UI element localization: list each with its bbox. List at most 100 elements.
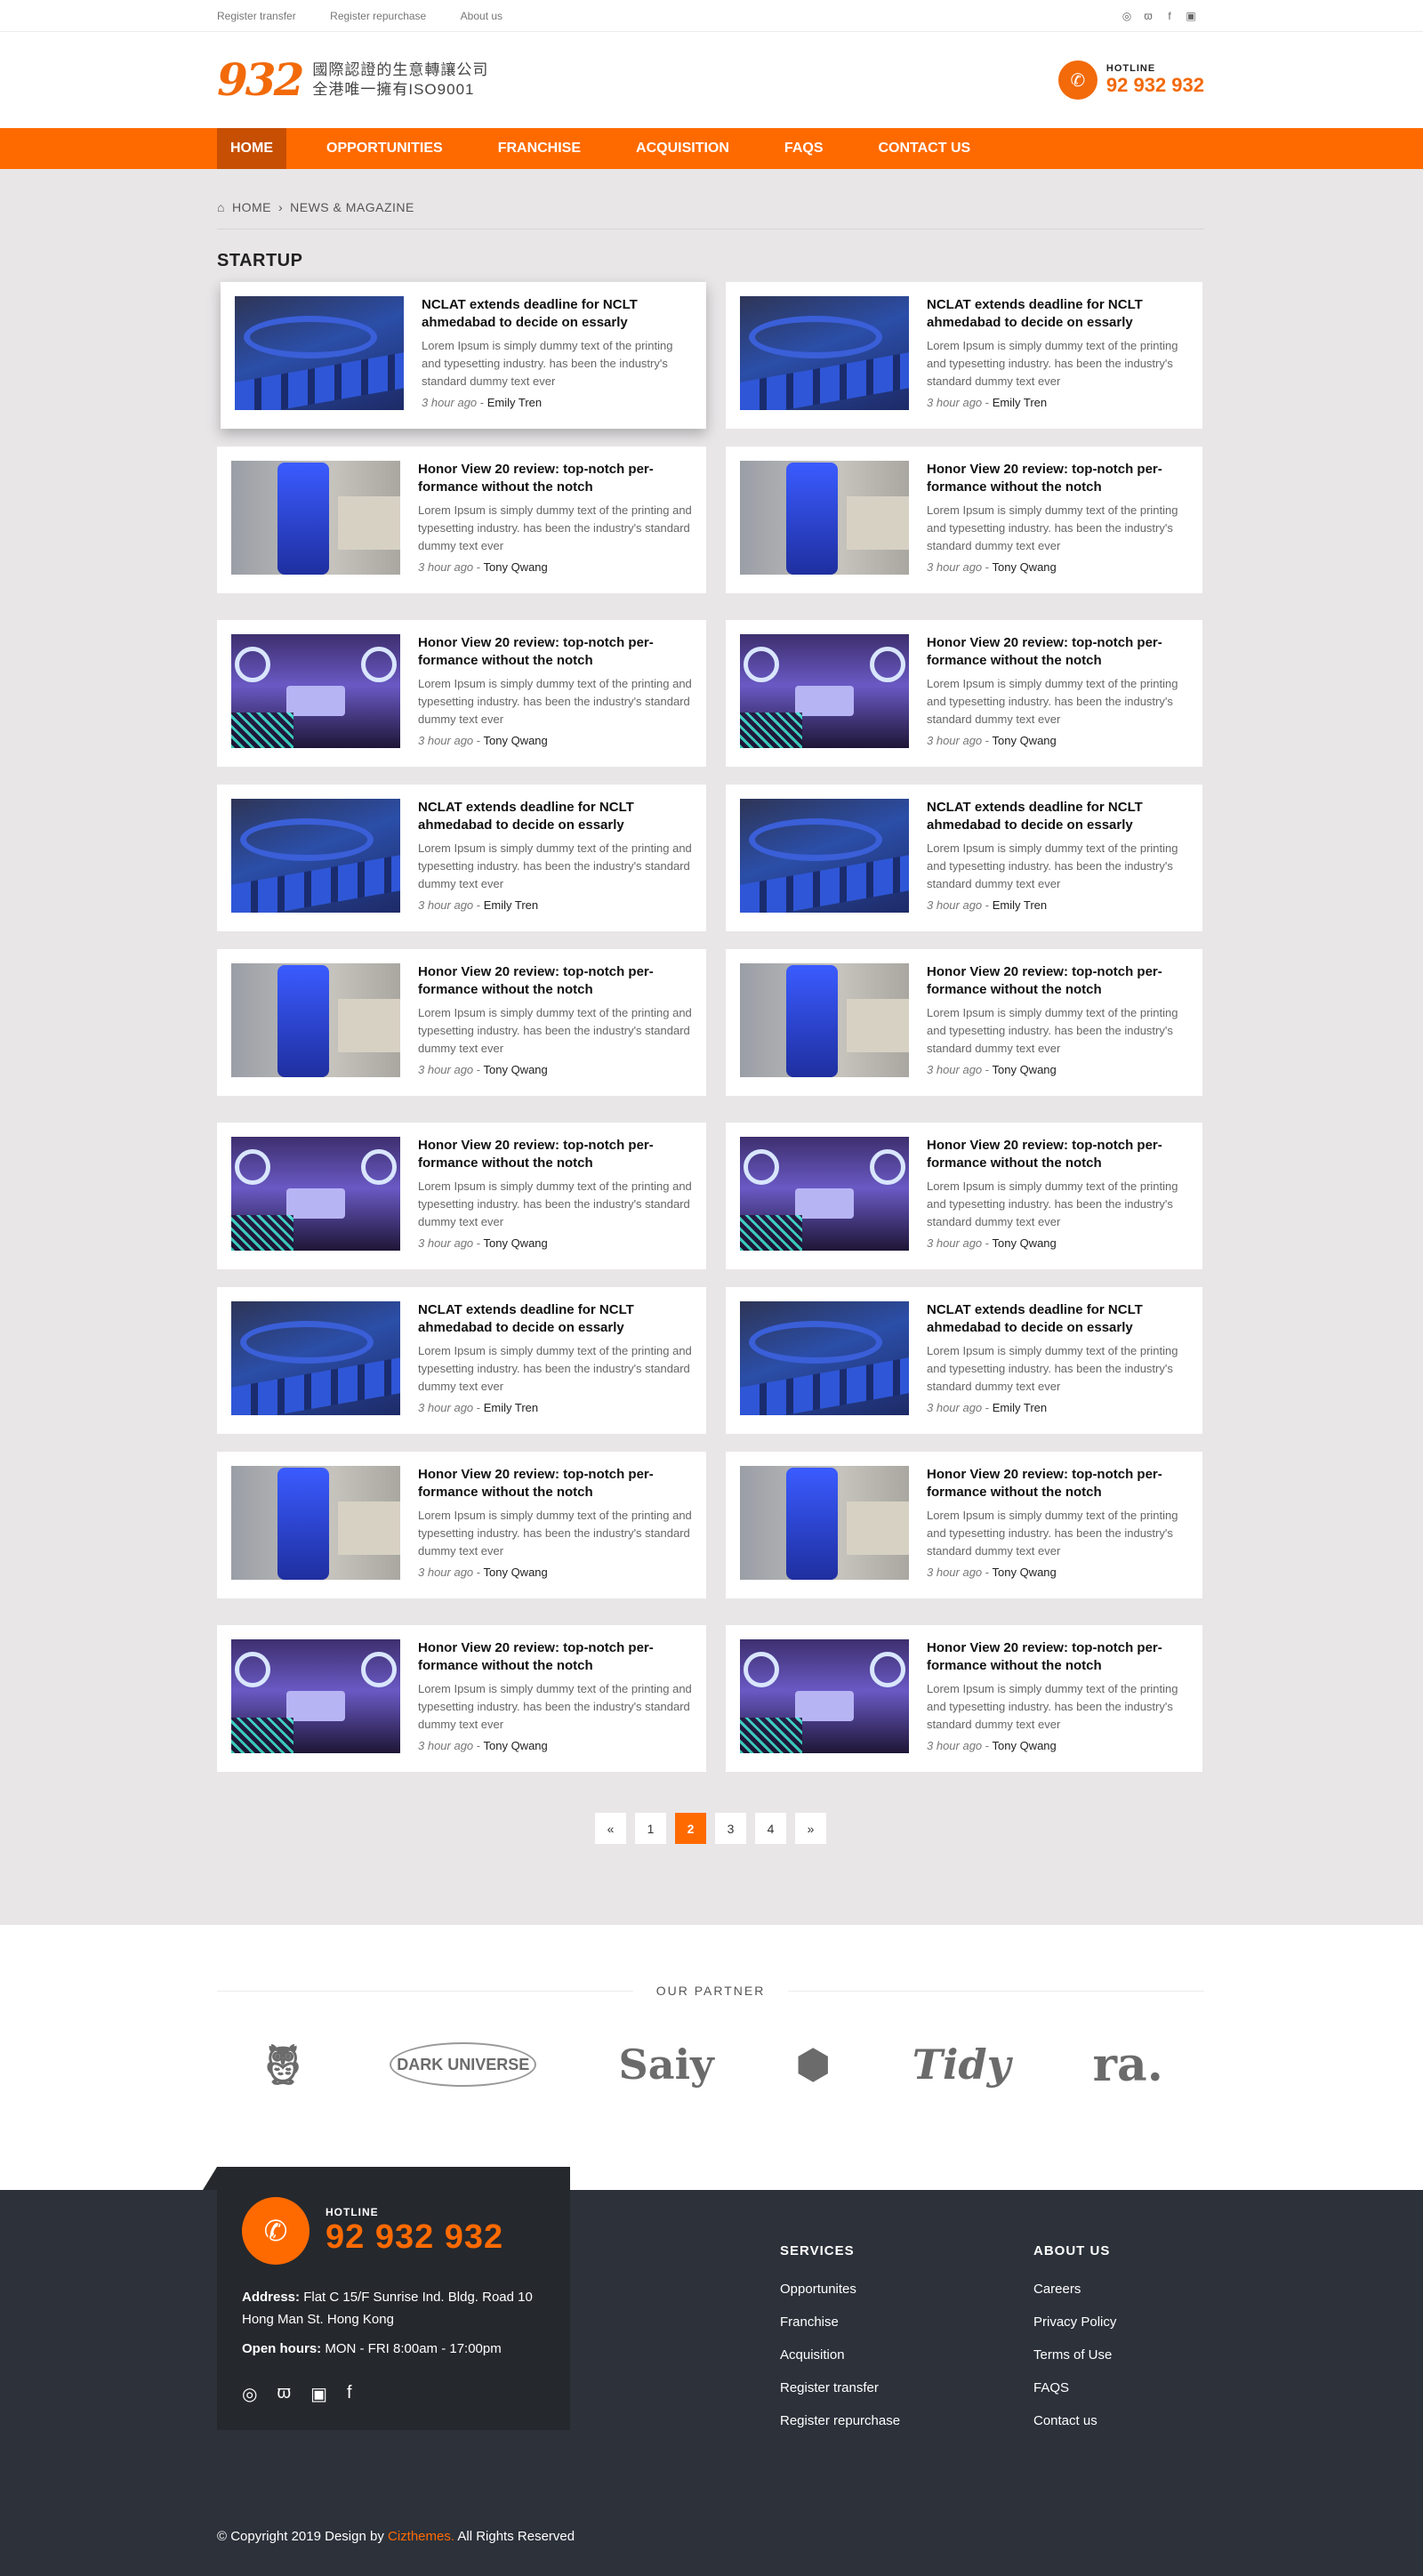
footer-link-privacy-policy[interactable]: Privacy Policy [1033, 2314, 1116, 2330]
nav-acquisition[interactable]: ACQUISITION [623, 128, 743, 169]
about-us-link[interactable]: About us [461, 10, 502, 22]
pagination-page-4[interactable]: 4 [755, 1813, 786, 1844]
article-title[interactable]: Honor View 20 review: top-notch per-form… [927, 1639, 1188, 1675]
partner-saiy-logo[interactable]: Saiy [619, 2041, 714, 2089]
article-author[interactable]: Tony Qwang [484, 1566, 548, 1579]
article-thumbnail[interactable] [740, 1639, 909, 1753]
article-title[interactable]: Honor View 20 review: top-notch per-form… [418, 634, 692, 670]
article-author[interactable]: Tony Qwang [484, 734, 548, 747]
breadcrumb-home[interactable]: HOME [232, 200, 271, 214]
whatsapp-icon[interactable]: ◎ [242, 2383, 257, 2405]
footer-link-contact-us[interactable]: Contact us [1033, 2413, 1116, 2428]
footer-link-register-repurchase[interactable]: Register repurchase [780, 2413, 900, 2428]
article-author[interactable]: Tony Qwang [993, 1566, 1057, 1579]
article-author[interactable]: Emily Tren [993, 396, 1047, 409]
header-hotline[interactable]: ✆ HOTLINE 92 932 932 [1057, 60, 1204, 100]
pagination-next[interactable]: » [795, 1813, 826, 1844]
article-title[interactable]: NCLAT extends deadline for NCLT ahmedaba… [418, 1301, 692, 1337]
article-title[interactable]: Honor View 20 review: top-notch per-form… [927, 461, 1188, 496]
article-card[interactable]: Honor View 20 review: top-notch per-form… [726, 620, 1202, 767]
weibo-icon[interactable]: ϖ [1142, 10, 1154, 22]
article-author[interactable]: Emily Tren [993, 1401, 1047, 1414]
partner-tidy-logo[interactable]: Tidy [912, 2041, 1011, 2089]
article-card[interactable]: Honor View 20 review: top-notch per-form… [217, 1452, 706, 1598]
facebook-icon[interactable]: f [347, 2383, 352, 2405]
nav-contact-us[interactable]: CONTACT US [864, 128, 984, 169]
article-card[interactable]: NCLAT extends deadline for NCLT ahmedaba… [221, 282, 706, 429]
site-logo[interactable]: 932 國際認證的生意轉讓公司 全港唯一擁有ISO9001 [217, 58, 488, 102]
article-card[interactable]: NCLAT extends deadline for NCLT ahmedaba… [726, 282, 1202, 429]
article-card[interactable]: NCLAT extends deadline for NCLT ahmedaba… [217, 785, 706, 931]
article-title[interactable]: NCLAT extends deadline for NCLT ahmedaba… [927, 799, 1188, 834]
article-title[interactable]: Honor View 20 review: top-notch per-form… [418, 963, 692, 999]
article-card[interactable]: NCLAT extends deadline for NCLT ahmedaba… [726, 1287, 1202, 1434]
article-card[interactable]: Honor View 20 review: top-notch per-form… [217, 620, 706, 767]
weibo-icon[interactable]: ϖ [277, 2383, 291, 2405]
article-card[interactable]: Honor View 20 review: top-notch per-form… [217, 1123, 706, 1269]
instagram-icon[interactable]: ▣ [1185, 10, 1197, 22]
article-title[interactable]: Honor View 20 review: top-notch per-form… [927, 634, 1188, 670]
article-thumbnail[interactable] [231, 799, 400, 913]
article-thumbnail[interactable] [740, 1137, 909, 1251]
article-author[interactable]: Tony Qwang [484, 1739, 548, 1752]
article-author[interactable]: Tony Qwang [484, 1063, 548, 1076]
footer-link-opportunites[interactable]: Opportunites [780, 2282, 900, 2297]
article-author[interactable]: Tony Qwang [993, 1739, 1057, 1752]
footer-link-acquisition[interactable]: Acquisition [780, 2347, 900, 2363]
copyright-brand-link[interactable]: Cizthemes. [388, 2529, 454, 2544]
article-thumbnail[interactable] [231, 1301, 400, 1415]
pagination-prev[interactable]: « [595, 1813, 626, 1844]
article-author[interactable]: Tony Qwang [993, 734, 1057, 747]
article-thumbnail[interactable] [740, 1301, 909, 1415]
pagination-page-2[interactable]: 2 [675, 1813, 706, 1844]
article-thumbnail[interactable] [231, 634, 400, 748]
article-thumbnail[interactable] [231, 1639, 400, 1753]
article-title[interactable]: Honor View 20 review: top-notch per-form… [418, 1137, 692, 1172]
article-thumbnail[interactable] [740, 1466, 909, 1580]
pagination-page-3[interactable]: 3 [715, 1813, 746, 1844]
article-thumbnail[interactable] [231, 461, 400, 575]
article-thumbnail[interactable] [231, 963, 400, 1077]
article-title[interactable]: Honor View 20 review: top-notch per-form… [927, 1137, 1188, 1172]
footer-link-franchise[interactable]: Franchise [780, 2314, 900, 2330]
register-transfer-link[interactable]: Register transfer [217, 10, 296, 22]
article-author[interactable]: Tony Qwang [484, 1236, 548, 1250]
article-author[interactable]: Emily Tren [487, 396, 542, 409]
article-title[interactable]: Honor View 20 review: top-notch per-form… [927, 1466, 1188, 1501]
footer-link-faqs[interactable]: FAQS [1033, 2380, 1116, 2395]
whatsapp-icon[interactable]: ◎ [1121, 10, 1133, 22]
article-card[interactable]: Honor View 20 review: top-notch per-form… [726, 1452, 1202, 1598]
footer-link-terms-of-use[interactable]: Terms of Use [1033, 2347, 1116, 2363]
facebook-icon[interactable]: f [1163, 10, 1176, 22]
article-title[interactable]: Honor View 20 review: top-notch per-form… [418, 1466, 692, 1501]
article-author[interactable]: Emily Tren [484, 898, 538, 912]
article-title[interactable]: NCLAT extends deadline for NCLT ahmedaba… [927, 1301, 1188, 1337]
article-title[interactable]: NCLAT extends deadline for NCLT ahmedaba… [418, 799, 692, 834]
article-card[interactable]: NCLAT extends deadline for NCLT ahmedaba… [726, 785, 1202, 931]
article-thumbnail[interactable] [740, 963, 909, 1077]
article-title[interactable]: Honor View 20 review: top-notch per-form… [418, 461, 692, 496]
register-repurchase-link[interactable]: Register repurchase [330, 10, 426, 22]
article-card[interactable]: NCLAT extends deadline for NCLT ahmedaba… [217, 1287, 706, 1434]
partner-lion-logo[interactable]: ⬢ [796, 2042, 830, 2088]
article-title[interactable]: Honor View 20 review: top-notch per-form… [927, 963, 1188, 999]
article-author[interactable]: Tony Qwang [993, 1063, 1057, 1076]
home-icon[interactable]: ⌂ [217, 200, 225, 214]
article-thumbnail[interactable] [740, 634, 909, 748]
article-thumbnail[interactable] [740, 296, 909, 410]
nav-home[interactable]: HOME [217, 128, 286, 169]
nav-faqs[interactable]: FAQS [771, 128, 837, 169]
article-thumbnail[interactable] [235, 296, 404, 410]
article-author[interactable]: Emily Tren [484, 1401, 538, 1414]
article-title[interactable]: Honor View 20 review: top-notch per-form… [418, 1639, 692, 1675]
nav-opportunities[interactable]: OPPORTUNITIES [313, 128, 456, 169]
article-title[interactable]: NCLAT extends deadline for NCLT ahmedaba… [927, 296, 1188, 332]
footer-link-careers[interactable]: Careers [1033, 2282, 1116, 2297]
phone-icon[interactable]: ✆ [242, 2197, 310, 2265]
article-thumbnail[interactable] [231, 1466, 400, 1580]
partner-ra-logo[interactable]: ra. [1093, 2038, 1163, 2092]
article-author[interactable]: Tony Qwang [993, 560, 1057, 574]
instagram-icon[interactable]: ▣ [310, 2383, 327, 2405]
pagination-page-1[interactable]: 1 [635, 1813, 666, 1844]
article-card[interactable]: Honor View 20 review: top-notch per-form… [726, 447, 1202, 593]
